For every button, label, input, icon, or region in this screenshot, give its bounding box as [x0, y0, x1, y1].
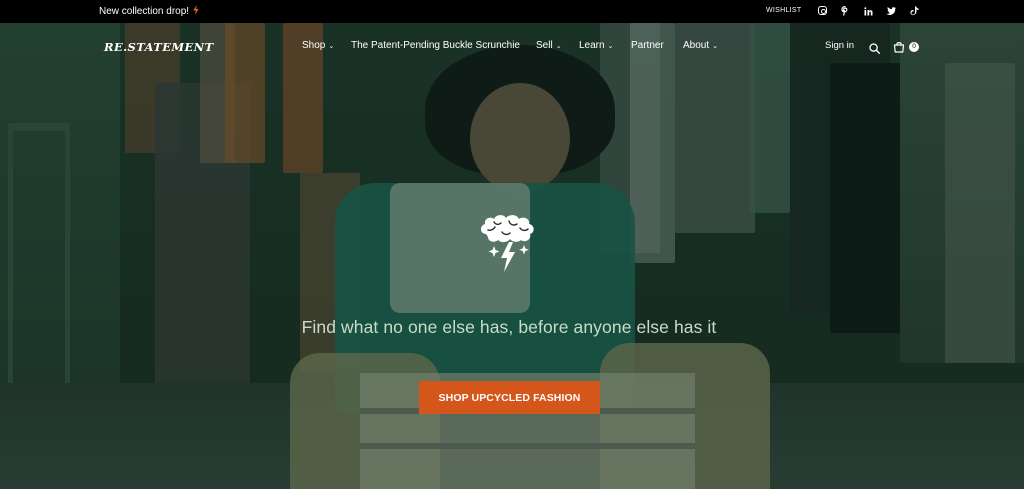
lightning-bolt-icon [193, 5, 199, 18]
nav-item-about-label: About [683, 40, 710, 51]
nav-item-partner[interactable]: Partner [631, 40, 664, 51]
search-icon[interactable] [869, 41, 881, 55]
shopping-bag-icon [893, 40, 905, 58]
nav-item-about[interactable]: About ⌄ [683, 40, 718, 51]
shop-upcycled-fashion-button[interactable]: SHOP UPCYCLED FASHION [419, 381, 600, 414]
hero-tagline: Find what no one else has, before anyone… [301, 317, 717, 337]
nav-item-buckle-scrunchie-label: The Patent-Pending Buckle Scrunchie [351, 40, 520, 51]
nav-item-shop[interactable]: Shop ⌄ [302, 40, 334, 51]
chevron-down-icon: ⌄ [607, 42, 614, 50]
announcement-text: New collection drop! [99, 6, 190, 17]
tiktok-icon[interactable] [909, 5, 919, 17]
announcement-bar: New collection drop! WISHLIST [0, 0, 1024, 23]
cart-button[interactable]: 0 [893, 40, 919, 53]
chevron-down-icon: ⌄ [555, 42, 562, 50]
chevron-down-icon: ⌄ [712, 42, 719, 50]
nav-item-partner-label: Partner [631, 40, 664, 51]
instagram-icon[interactable] [818, 6, 827, 15]
linkedin-icon[interactable] [863, 5, 873, 17]
nav-item-shop-label: Shop [302, 40, 326, 51]
chevron-down-icon: ⌄ [328, 42, 335, 50]
announcement[interactable]: New collection drop! [99, 5, 199, 18]
nav-item-learn-label: Learn [579, 40, 605, 51]
cart-count-badge: 0 [909, 42, 919, 52]
wishlist-link[interactable]: WISHLIST [766, 7, 801, 14]
sign-in-link[interactable]: Sign in [825, 40, 854, 51]
nav-item-sell[interactable]: Sell ⌄ [536, 40, 562, 51]
pinterest-icon[interactable] [840, 5, 850, 17]
brain-lightning-icon [476, 212, 542, 274]
twitter-icon[interactable] [886, 5, 896, 17]
nav-item-learn[interactable]: Learn ⌄ [579, 40, 613, 51]
brand-logo[interactable]: RE.STATEMENT [104, 40, 214, 54]
nav-item-sell-label: Sell [536, 40, 553, 51]
nav-item-buckle-scrunchie[interactable]: The Patent-Pending Buckle Scrunchie [351, 40, 520, 51]
social-links [818, 5, 919, 17]
